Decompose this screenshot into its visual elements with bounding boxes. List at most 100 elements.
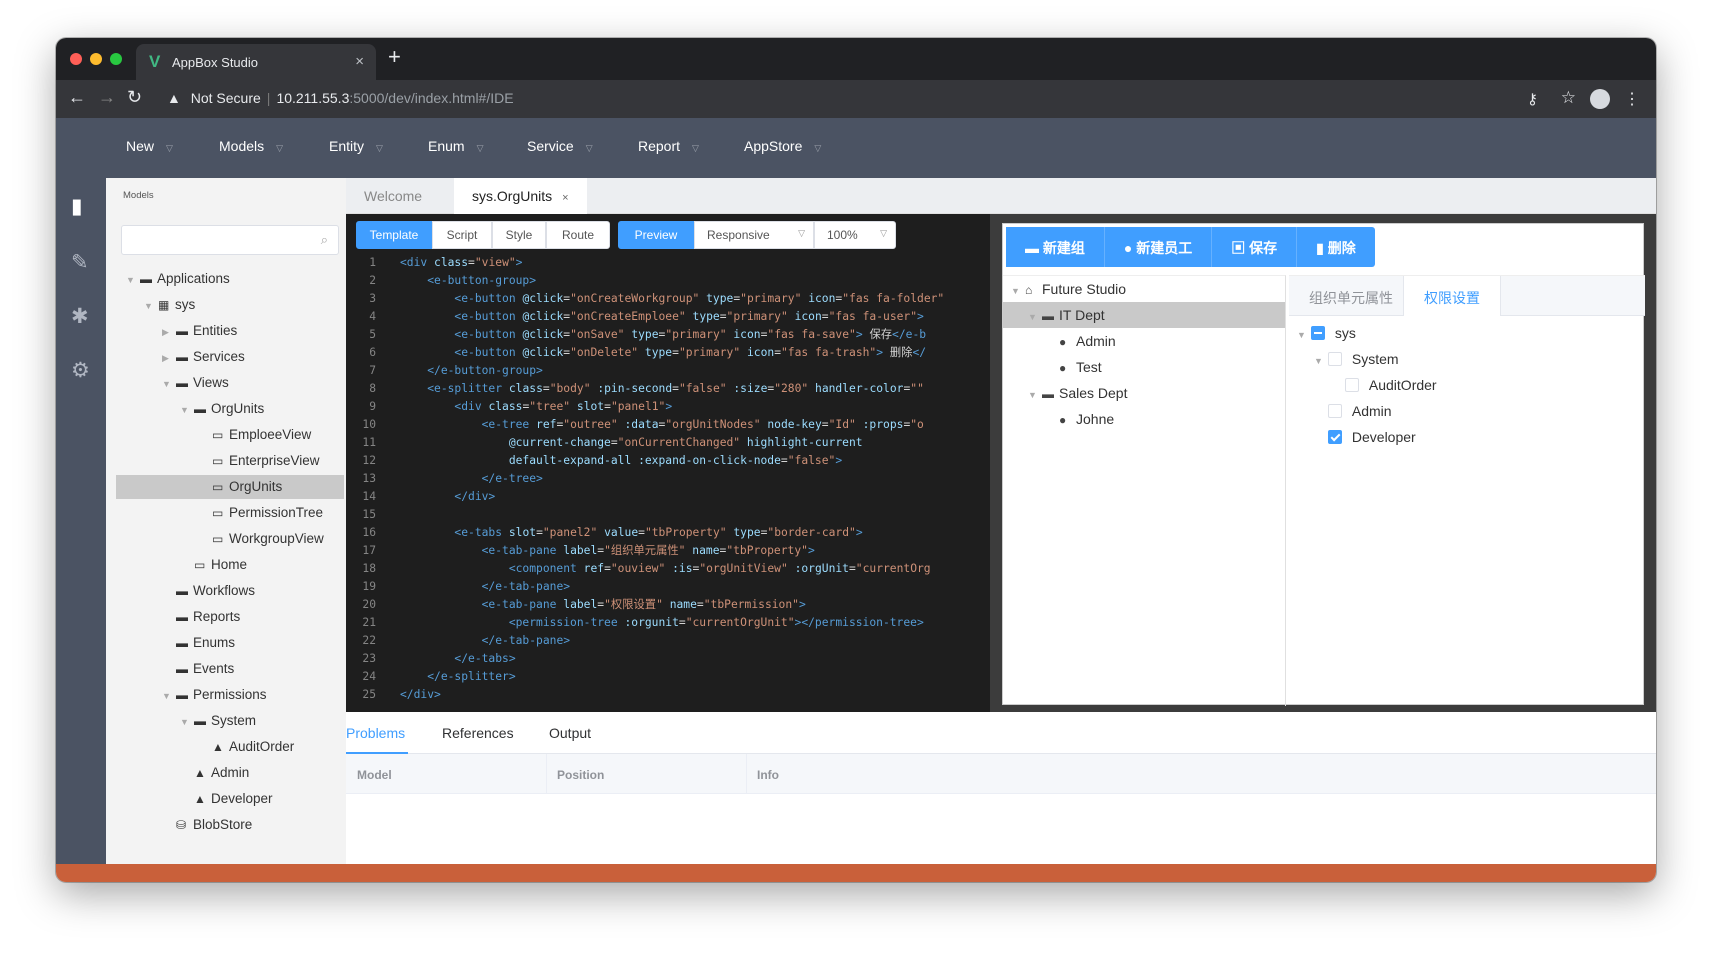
tree-node[interactable]: ▬ Workflows — [116, 579, 344, 603]
org-node[interactable]: ▼ ⌂ Future Studio — [1003, 276, 1285, 302]
menu-enum[interactable]: Enum ▽ — [428, 138, 484, 154]
code-line[interactable]: 4 <e-button @click="onCreateEmploee" typ… — [346, 308, 990, 326]
responsive-select[interactable]: Responsive ▽ — [694, 221, 814, 249]
expand-arrow-icon[interactable]: ▼ — [162, 691, 176, 701]
tab-property[interactable]: 组织单元属性 — [1289, 276, 1413, 316]
checkbox[interactable] — [1345, 378, 1359, 392]
code-line[interactable]: 10 <e-tree ref="outree" :data="orgUnitNo… — [346, 416, 990, 434]
tree-node[interactable]: ▭ OrgUnits — [116, 475, 344, 499]
url-field[interactable]: ▲ Not Secure | 10.211.55.3:5000/dev/index.… — [167, 90, 514, 106]
expand-arrow-icon[interactable]: ▼ — [1028, 312, 1042, 322]
tree-node[interactable]: ▶ ▬ Services — [116, 345, 344, 369]
tree-node[interactable]: ▭ EmploeeView — [116, 423, 344, 447]
more-menu-icon[interactable]: ⋮ — [1624, 89, 1640, 109]
close-window-button[interactable] — [70, 53, 82, 65]
menu-service[interactable]: Service ▽ — [527, 138, 593, 154]
tree-node[interactable]: ▶ ▬ Entities — [116, 319, 344, 343]
checkbox[interactable] — [1328, 352, 1342, 366]
search-input[interactable]: ⌕ — [121, 225, 339, 255]
code-line[interactable]: 14 </div> — [346, 488, 990, 506]
org-node[interactable]: ● Test — [1003, 354, 1285, 380]
org-node[interactable]: ▼ ▬ Sales Dept — [1003, 380, 1285, 406]
tree-node[interactable]: ▼ ▬ System — [116, 709, 344, 733]
expand-arrow-icon[interactable]: ▼ — [180, 405, 194, 415]
expand-arrow-icon[interactable]: ▼ — [126, 275, 140, 285]
code-line[interactable]: 22 </e-tab-pane> — [346, 632, 990, 650]
script-button[interactable]: Script — [432, 221, 492, 249]
expand-arrow-icon[interactable]: ▼ — [162, 379, 176, 389]
code-line[interactable]: 25 </div> — [346, 686, 990, 704]
close-icon[interactable]: × — [562, 192, 568, 204]
code-line[interactable]: 11 @current-change="onCurrentChanged" hi… — [346, 434, 990, 452]
code-line[interactable]: 15 — [346, 506, 990, 524]
browser-tab[interactable]: V AppBox Studio × — [136, 44, 376, 80]
template-button[interactable]: Template — [356, 221, 432, 249]
checkbox[interactable] — [1328, 430, 1342, 444]
route-button[interactable]: Route — [546, 221, 610, 249]
minimize-window-button[interactable] — [90, 53, 102, 65]
maximize-window-button[interactable] — [110, 53, 122, 65]
new-group-button[interactable]: ▬ 新建组 — [1006, 227, 1105, 267]
permission-node[interactable]: ▼ System — [1289, 346, 1645, 372]
expand-arrow-icon[interactable]: ▶ — [162, 353, 176, 364]
style-button[interactable]: Style — [492, 221, 546, 249]
code-line[interactable]: 5 <e-button @click="onSave" type="primar… — [346, 326, 990, 344]
expand-arrow-icon[interactable]: ▼ — [144, 301, 158, 311]
tree-node[interactable]: ▲ AuditOrder — [116, 735, 344, 759]
code-line[interactable]: 23 </e-tabs> — [346, 650, 990, 668]
back-icon[interactable]: ← — [68, 87, 86, 108]
code-line[interactable]: 1 <div class="view"> — [346, 254, 990, 272]
expand-arrow-icon[interactable]: ▶ — [162, 327, 176, 338]
code-line[interactable]: 21 <permission-tree :orgunit="currentOrg… — [346, 614, 990, 632]
delete-button[interactable]: ▮ 删除 — [1297, 227, 1375, 267]
code-area[interactable]: 1 <div class="view"> 2 <e-button-group> 3 <… — [346, 254, 990, 704]
checkbox[interactable] — [1328, 404, 1342, 418]
bug-icon[interactable]: ✱ — [71, 304, 89, 329]
tab-output[interactable]: Output — [549, 725, 591, 741]
code-line[interactable]: 6 <e-button @click="onDelete" type="prim… — [346, 344, 990, 362]
permission-node[interactable]: Developer — [1289, 424, 1645, 450]
org-node[interactable]: ▼ ▬ IT Dept — [1003, 302, 1285, 328]
preview-button[interactable]: Preview — [618, 221, 694, 249]
file-icon[interactable]: ▮ — [71, 194, 83, 219]
menu-new[interactable]: New ▽ — [126, 138, 173, 154]
code-line[interactable]: 19 </e-tab-pane> — [346, 578, 990, 596]
code-line[interactable]: 3 <e-button @click="onCreateWorkgroup" t… — [346, 290, 990, 308]
code-line[interactable]: 17 <e-tab-pane label="组织单元属性" name="tbPr… — [346, 542, 990, 560]
expand-arrow-icon[interactable]: ▼ — [1297, 330, 1311, 340]
expand-arrow-icon[interactable]: ▼ — [180, 717, 194, 727]
reload-icon[interactable]: ↻ — [127, 87, 142, 108]
gear-icon[interactable]: ⚙ — [71, 358, 90, 383]
tree-node[interactable]: ▬ Reports — [116, 605, 344, 629]
org-node[interactable]: ● Admin — [1003, 328, 1285, 354]
tree-node[interactable]: ▼ ▬ Permissions — [116, 683, 344, 707]
tab-permission[interactable]: 权限设置 — [1403, 276, 1501, 316]
tree-node[interactable]: ⛁ BlobStore — [116, 813, 344, 837]
tree-node[interactable]: ▼ ▬ OrgUnits — [116, 397, 344, 421]
menu-models[interactable]: Models ▽ — [219, 138, 283, 154]
code-line[interactable]: 12 default-expand-all :expand-on-click-n… — [346, 452, 990, 470]
permission-node[interactable]: ▼ sys — [1289, 320, 1645, 346]
code-line[interactable]: 9 <div class="tree" slot="panel1"> — [346, 398, 990, 416]
tree-node[interactable]: ▬ Events — [116, 657, 344, 681]
new-employee-button[interactable]: ● 新建员工 — [1104, 227, 1213, 267]
tree-node[interactable]: ▭ PermissionTree — [116, 501, 344, 525]
expand-arrow-icon[interactable]: ▼ — [1011, 286, 1025, 296]
code-line[interactable]: 13 </e-tree> — [346, 470, 990, 488]
code-line[interactable]: 2 <e-button-group> — [346, 272, 990, 290]
close-tab-icon[interactable]: × — [355, 53, 364, 70]
tree-node[interactable]: ▼ ▦ sys — [116, 293, 344, 317]
code-line[interactable]: 18 <component ref="ouview" :is="orgUnitV… — [346, 560, 990, 578]
new-tab-button[interactable]: + — [388, 44, 401, 70]
permission-node[interactable]: AuditOrder — [1289, 372, 1645, 398]
code-line[interactable]: 24 </e-splitter> — [346, 668, 990, 686]
profile-avatar[interactable] — [1590, 89, 1610, 109]
save-button[interactable]: ▣ 保存 — [1212, 227, 1298, 267]
wrench-icon[interactable]: ✎ — [71, 250, 89, 275]
tree-node[interactable]: ▭ WorkgroupView — [116, 527, 344, 551]
tab-sys-orgunits[interactable]: sys.OrgUnits × — [454, 178, 587, 214]
permission-node[interactable]: Admin — [1289, 398, 1645, 424]
code-line[interactable]: 20 <e-tab-pane label="权限设置" name="tbPerm… — [346, 596, 990, 614]
code-line[interactable]: 8 <e-splitter class="body" :pin-second="… — [346, 380, 990, 398]
menu-appstore[interactable]: AppStore ▽ — [744, 138, 821, 154]
